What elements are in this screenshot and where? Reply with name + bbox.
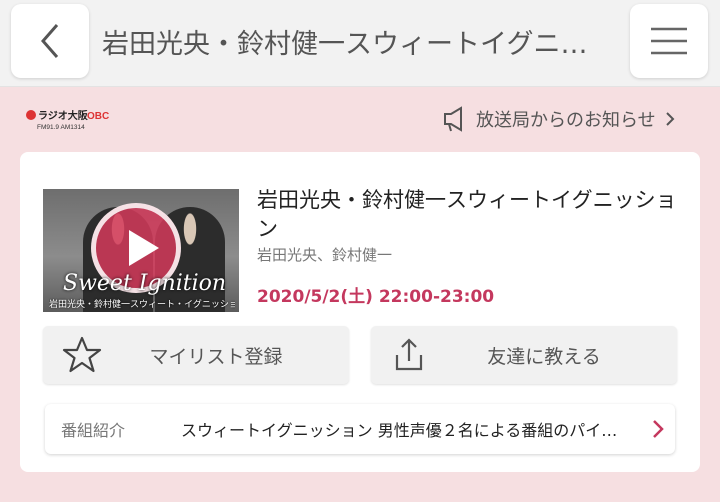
program-intro-row[interactable]: 番組紹介 スウィートイグニッション 男性声優２名による番組のパイ… bbox=[45, 404, 675, 454]
notice-label: 放送局からのお知らせ bbox=[476, 110, 656, 131]
intro-label: 番組紹介 bbox=[61, 421, 126, 440]
chevron-right-icon bbox=[665, 112, 675, 126]
star-icon bbox=[62, 336, 102, 373]
intro-text: スウィートイグニッション 男性声優２名による番組のパイ… bbox=[181, 421, 618, 440]
program-datetime: 2020/5/2(土) 22:00-23:00 bbox=[257, 287, 495, 307]
app-header: 岩田光央・鈴村健一スウィートイグニ… bbox=[0, 0, 720, 87]
hamburger-icon bbox=[651, 27, 687, 55]
add-mylist-button[interactable]: マイリスト登録 bbox=[43, 326, 349, 384]
svg-text:ラジオ大阪: ラジオ大阪 bbox=[38, 109, 89, 122]
back-button[interactable] bbox=[11, 4, 89, 78]
thumbnail-logo-text: Sweet Ignition bbox=[63, 271, 227, 296]
program-card: Sweet Ignition 岩田光央・鈴村健一スウィート・イグニッション 岩田… bbox=[20, 152, 700, 472]
svg-text:FM91.9 AM1314: FM91.9 AM1314 bbox=[37, 124, 85, 131]
share-icon bbox=[395, 338, 423, 371]
station-notice-link[interactable]: 放送局からのお知らせ bbox=[442, 104, 676, 134]
program-title: 岩田光央・鈴村健一スウィートイグニッション bbox=[257, 188, 677, 241]
page-title: 岩田光央・鈴村健一スウィートイグニ… bbox=[102, 29, 588, 60]
thumbnail-subtitle: 岩田光央・鈴村健一スウィート・イグニッション bbox=[49, 300, 235, 310]
megaphone-icon bbox=[444, 106, 462, 132]
chevron-right-icon bbox=[653, 420, 664, 438]
station-logo: ラジオ大阪 OBC FM91.9 AM1314 bbox=[26, 109, 109, 131]
share-button[interactable]: 友達に教える bbox=[371, 326, 677, 384]
program-performers: 岩田光央、鈴村健一 bbox=[257, 246, 393, 264]
menu-button[interactable] bbox=[630, 4, 708, 78]
program-thumbnail[interactable]: Sweet Ignition 岩田光央・鈴村健一スウィート・イグニッション bbox=[43, 189, 239, 312]
svg-text:OBC: OBC bbox=[87, 111, 109, 122]
chevron-left-icon bbox=[41, 24, 59, 58]
